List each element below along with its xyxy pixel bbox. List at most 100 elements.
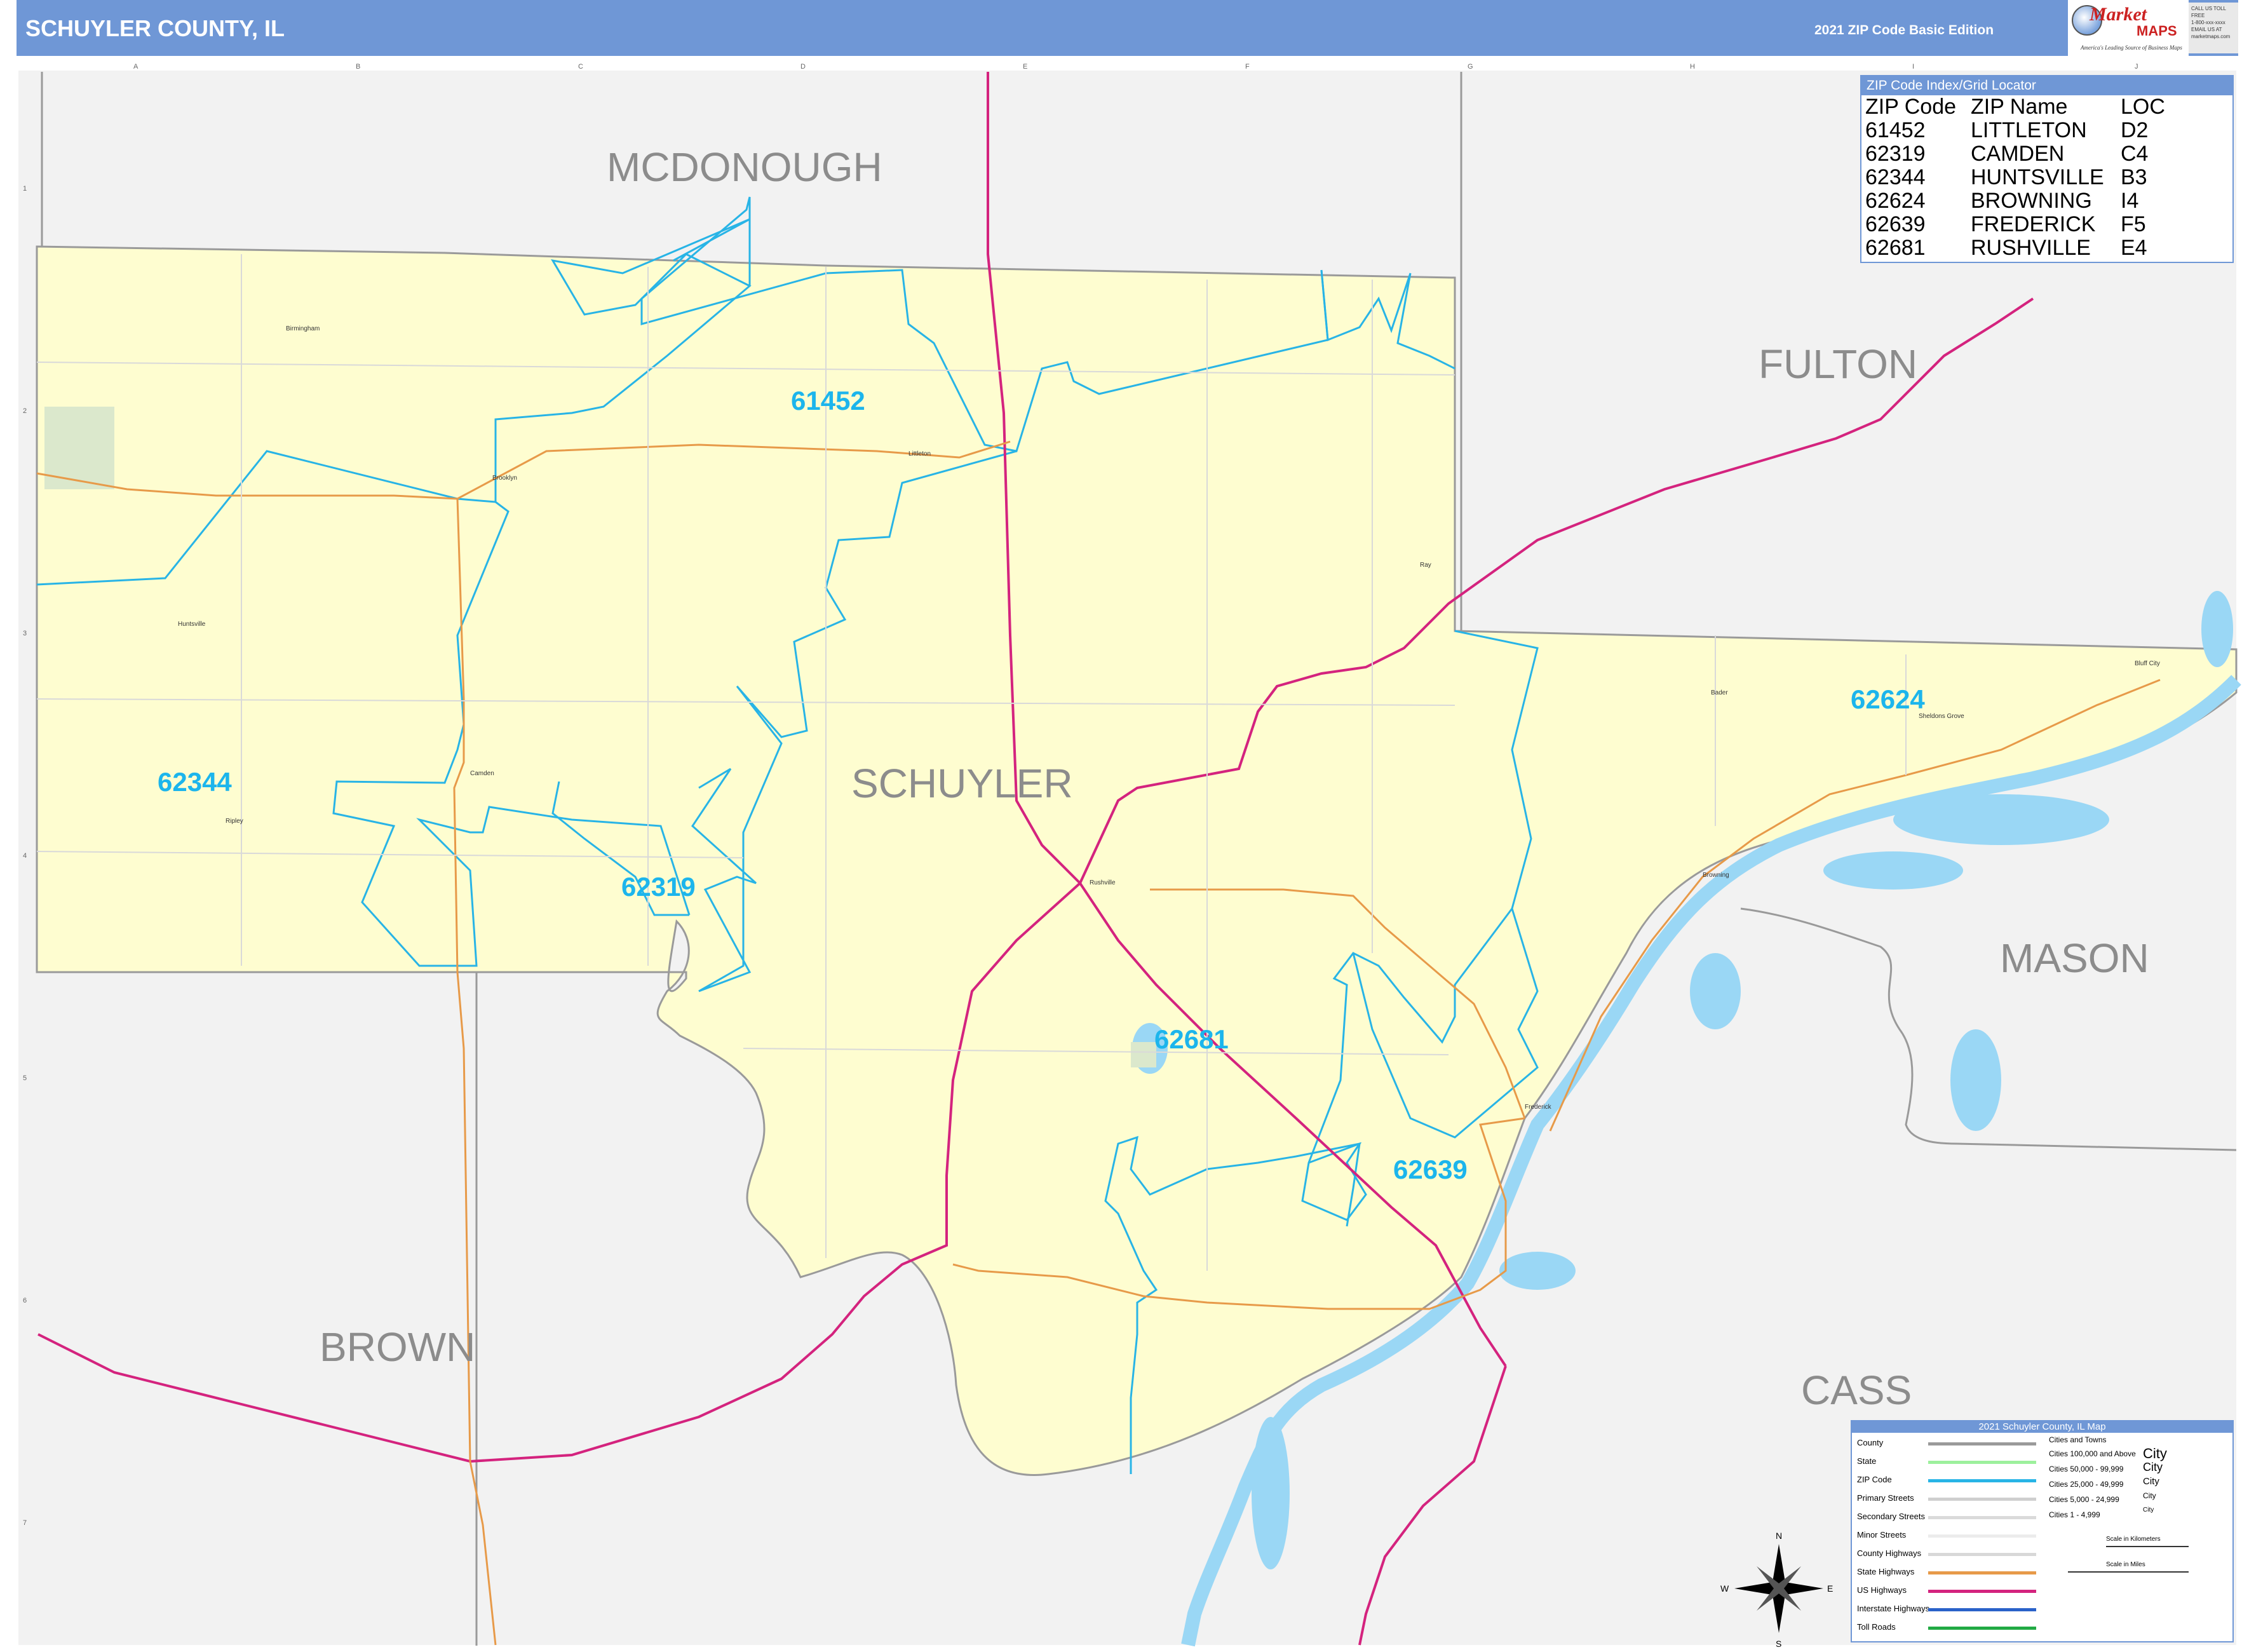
lake [1252, 1417, 1290, 1569]
county-label-mason: MASON [2000, 935, 2149, 981]
zip-label: 62319 [621, 872, 696, 902]
place-label: Ray [1420, 562, 1431, 569]
zip-code-cell: 62639 [1865, 212, 1926, 236]
grid-col-label: I [1912, 63, 1914, 71]
scale-bar-km [2106, 1546, 2189, 1547]
legend-item-label: State Highways [1857, 1567, 1915, 1576]
grid-col-label: B [356, 63, 360, 71]
zip-code-cell: 62624 [1865, 189, 1926, 213]
place-label: Frederick [1525, 1104, 1552, 1111]
legend-city-size-label: Cities 100,000 and Above [2049, 1449, 2136, 1458]
legend-item-label: Minor Streets [1857, 1530, 1907, 1540]
map-legend: 2021 Schuyler County, IL Map County State… [1851, 1420, 2234, 1642]
grid-row-label: 4 [23, 852, 27, 860]
place-label: Camden [470, 770, 494, 777]
legend-city-mark: City [2143, 1461, 2163, 1473]
zip-loc-cell: I4 [2121, 189, 2139, 213]
place-label: Bluff City [2135, 660, 2160, 667]
grid-col-label: H [1690, 63, 1695, 71]
zip-code-cell: 62681 [1865, 236, 1926, 260]
zip-name-cell: LITTLETON [1971, 118, 2087, 142]
legend-item-swatch [1928, 1590, 2036, 1593]
zip-name-cell: HUNTSVILLE [1971, 165, 2104, 189]
legend-item-swatch [1928, 1498, 2036, 1501]
legend-city-mark: City [2143, 1476, 2159, 1487]
table-row[interactable]: 62344 HUNTSVILLE B3 [1861, 166, 2165, 189]
table-row[interactable]: 62681 RUSHVILLE E4 [1861, 236, 2165, 260]
place-label: Huntsville [178, 621, 206, 628]
zip-loc-cell: D2 [2121, 118, 2149, 142]
compass-w: W [1720, 1583, 1729, 1594]
zip-name-cell: BROWNING [1971, 189, 2092, 213]
zip-label: 61452 [791, 386, 865, 416]
table-row[interactable]: 61452 LITTLETON D2 [1861, 119, 2165, 142]
zip-index-header-row: ZIP Code ZIP Name LOC [1861, 95, 2165, 119]
zip-loc-cell: C4 [2121, 142, 2149, 166]
legend-item-label: County Highways [1857, 1548, 1922, 1558]
county-label-brown: BROWN [320, 1324, 475, 1370]
legend-city-mark: City [2143, 1506, 2154, 1513]
zip-index-header: ZIP Code [1865, 95, 1957, 119]
legend-city-mark: City [2143, 1446, 2167, 1461]
lake [1499, 1252, 1576, 1290]
legend-item-label: Interstate Highways [1857, 1604, 1930, 1613]
zip-loc-cell: B3 [2121, 165, 2147, 189]
compass-e: E [1827, 1583, 1833, 1594]
legend-item-swatch [1928, 1608, 2036, 1611]
zip-loc-cell: E4 [2121, 236, 2147, 260]
place-label: Bader [1711, 689, 1728, 696]
zip-name-cell: FREDERICK [1971, 212, 2096, 236]
county-label-fulton: FULTON [1759, 341, 1917, 387]
place-label: Brooklyn [492, 475, 517, 482]
zip-code-cell: 62319 [1865, 142, 1926, 166]
legend-item-label: ZIP Code [1857, 1475, 1892, 1484]
legend-item-label: Toll Roads [1857, 1622, 1896, 1632]
legend-scale-mi: Scale in Miles [2106, 1561, 2145, 1568]
zip-index-header: ZIP Name [1971, 95, 2068, 119]
zip-index-header: LOC [2121, 95, 2165, 119]
legend-city-size-label: Cities 25,000 - 49,999 [2049, 1480, 2124, 1489]
lake [1690, 953, 1741, 1029]
scale-bar-mi [2068, 1571, 2189, 1573]
lake [1950, 1029, 2001, 1131]
county-label-cass: CASS [1801, 1367, 1912, 1413]
legend-item-swatch [1928, 1553, 2036, 1556]
place-label: Birmingham [286, 325, 320, 332]
lake [1823, 851, 1963, 890]
legend-city-size-label: Cities 50,000 - 99,999 [2049, 1465, 2124, 1473]
grid-col-label: D [800, 63, 806, 71]
legend-item-swatch [1928, 1534, 2036, 1538]
zip-index-table: ZIP Code ZIP Name LOC 61452 LITTLETON D2… [1861, 95, 2165, 260]
compass-n: N [1776, 1531, 1782, 1541]
legend-item-swatch [1928, 1516, 2036, 1519]
table-row[interactable]: 62319 CAMDEN C4 [1861, 142, 2165, 166]
zip-label: 62639 [1393, 1154, 1468, 1184]
legend-city-size-label: Cities 5,000 - 24,999 [2049, 1495, 2119, 1504]
county-label-schuyler: SCHUYLER [851, 761, 1073, 806]
place-label: Rushville [1090, 879, 1116, 886]
place-label: Ripley [226, 818, 243, 825]
grid-row-label: 5 [23, 1074, 27, 1082]
grid-col-label: J [2135, 63, 2138, 71]
legend-item-swatch [1928, 1627, 2036, 1630]
legend-item-swatch [1928, 1571, 2036, 1574]
grid-col-label: A [133, 63, 138, 71]
legend-item-label: Secondary Streets [1857, 1512, 1925, 1521]
table-row[interactable]: 62624 BROWNING I4 [1861, 189, 2165, 213]
zip-loc-cell: F5 [2121, 212, 2146, 236]
grid-row-label: 1 [23, 185, 27, 193]
zip-code-cell: 62344 [1865, 165, 1926, 189]
legend-cities-title: Cities and Towns [2049, 1435, 2107, 1444]
zip-label: 62624 [1851, 684, 1925, 714]
table-row[interactable]: 62639 FREDERICK F5 [1861, 213, 2165, 236]
grid-row-label: 6 [23, 1297, 27, 1304]
grid-row-label: 7 [23, 1519, 27, 1527]
legend-item-swatch [1928, 1479, 2036, 1482]
grid-col-label: F [1245, 63, 1250, 71]
zip-code-cell: 61452 [1865, 118, 1926, 142]
zip-label: 62681 [1154, 1024, 1229, 1054]
legend-item-swatch [1928, 1442, 2036, 1446]
compass-s: S [1776, 1639, 1781, 1649]
grid-row-label: 3 [23, 630, 27, 637]
place-label: Browning [1703, 872, 1729, 879]
